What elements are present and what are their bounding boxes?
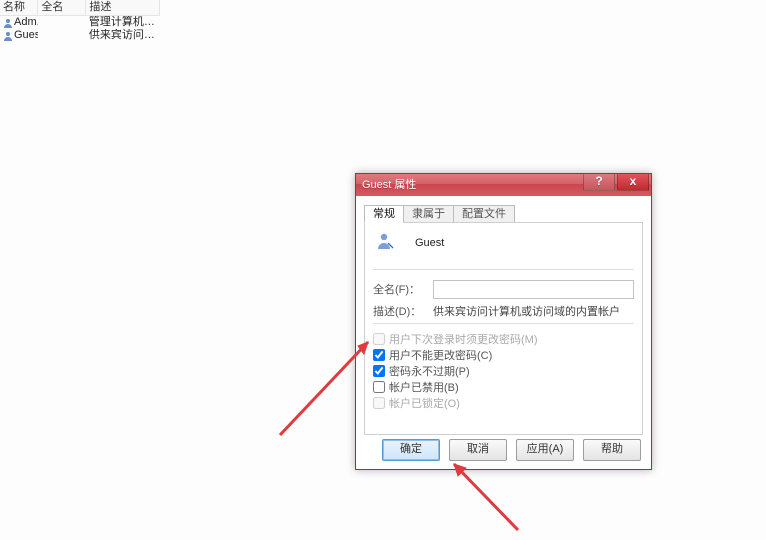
check-account-disabled[interactable]: 帐户已禁用(B) <box>373 379 634 394</box>
cell-desc: 供来宾访问计算... <box>86 29 160 42</box>
description-label: 描述(D)： <box>373 303 433 319</box>
tab-general[interactable]: 常规 <box>364 205 404 223</box>
cancel-button[interactable]: 取消 <box>449 439 507 461</box>
fullname-input[interactable] <box>433 280 634 299</box>
user-icon <box>3 18 13 28</box>
dialog-body: 常规 隶属于 配置文件 Guest 全名(F)： 描述(D)： <box>356 196 651 469</box>
col-fullname[interactable]: 全名 <box>38 0 86 15</box>
dialog-title: Guest 属性 <box>362 179 416 191</box>
user-icon <box>375 231 395 251</box>
titlebar-help-button[interactable]: ? <box>583 174 615 191</box>
cell-name: Guest <box>14 29 38 42</box>
dialog-button-row: 确定 取消 应用(A) 帮助 <box>356 439 651 463</box>
check-must-change-password: 用户下次登录时须更改密码(M) <box>373 331 634 346</box>
check-account-locked: 帐户已锁定(O) <box>373 395 634 410</box>
col-desc[interactable]: 描述 <box>86 0 160 15</box>
checkbox[interactable] <box>373 381 385 393</box>
table-header: 名称 全名 描述 <box>0 0 160 16</box>
fullname-field: 全名(F)： <box>373 279 634 299</box>
user-icon <box>3 31 13 41</box>
col-name[interactable]: 名称 <box>0 0 38 15</box>
titlebar-close-button[interactable]: x <box>617 174 649 191</box>
checkbox <box>373 397 385 409</box>
cell-fullname <box>38 16 86 29</box>
cell-fullname <box>38 29 86 42</box>
table-row[interactable]: Guest 供来宾访问计算... <box>0 29 160 42</box>
guest-properties-dialog: Guest 属性 ? x 常规 隶属于 配置文件 Guest 全名(F)： <box>355 173 652 470</box>
dialog-titlebar[interactable]: Guest 属性 ? x <box>356 174 651 197</box>
description-field: 描述(D)： 供来宾访问计算机或访问域的内置帐户 <box>373 301 634 321</box>
apply-button[interactable]: 应用(A) <box>516 439 574 461</box>
help-button[interactable]: 帮助 <box>583 439 641 461</box>
tab-page-general: Guest 全名(F)： 描述(D)： 供来宾访问计算机或访问域的内置帐户 用户… <box>364 222 643 435</box>
check-cannot-change-password[interactable]: 用户不能更改密码(C) <box>373 347 634 362</box>
table-row[interactable]: Adm... 管理计算机(域)... <box>0 16 160 29</box>
cell-desc: 管理计算机(域)... <box>86 16 160 29</box>
ok-button[interactable]: 确定 <box>382 439 440 461</box>
checkbox[interactable] <box>373 365 385 377</box>
users-table[interactable]: 名称 全名 描述 Adm... 管理计算机(域)... Guest 供来宾访问计… <box>0 0 160 42</box>
checkbox[interactable] <box>373 349 385 361</box>
cell-name: Adm... <box>14 16 38 29</box>
tab-profile[interactable]: 配置文件 <box>453 205 515 223</box>
tab-strip: 常规 隶属于 配置文件 <box>364 204 514 222</box>
checkbox <box>373 333 385 345</box>
fullname-label: 全名(F)： <box>373 281 433 297</box>
tab-memberof[interactable]: 隶属于 <box>403 205 454 223</box>
description-value: 供来宾访问计算机或访问域的内置帐户 <box>433 303 634 319</box>
check-password-never-expires[interactable]: 密码永不过期(P) <box>373 363 634 378</box>
account-name: Guest <box>415 237 444 249</box>
